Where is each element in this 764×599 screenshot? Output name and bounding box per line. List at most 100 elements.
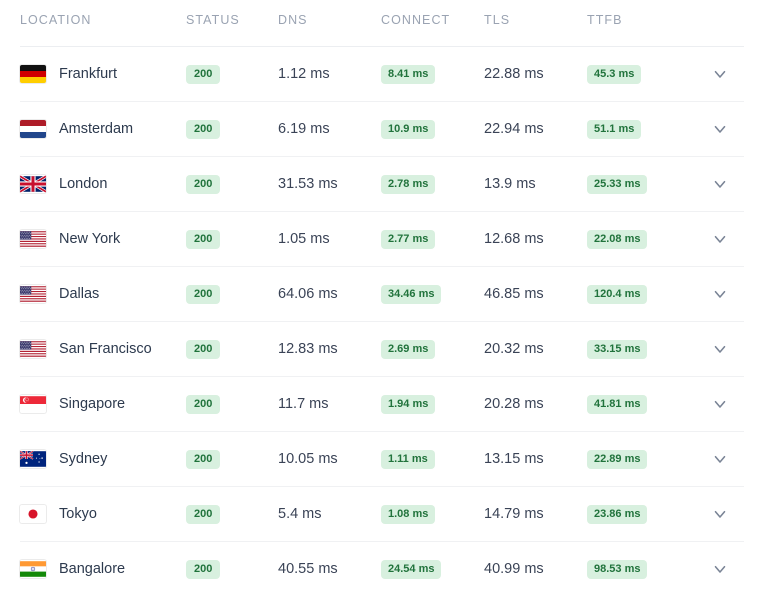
ttfb-cell: 45.3 ms — [587, 64, 695, 84]
location-name: Sydney — [59, 451, 108, 467]
flag-sg-icon — [20, 395, 46, 413]
ttfb-badge: 25.33 ms — [587, 175, 648, 194]
chevron-down-icon[interactable] — [711, 505, 729, 523]
flag-in-icon — [20, 560, 46, 578]
column-header-tls[interactable]: TLS — [484, 13, 587, 27]
chevron-down-icon[interactable] — [711, 65, 729, 83]
chevron-down-icon[interactable] — [711, 560, 729, 578]
status-badge: 200 — [186, 120, 221, 139]
expand-cell[interactable] — [695, 560, 744, 578]
ttfb-badge: 45.3 ms — [587, 65, 642, 84]
chevron-down-icon[interactable] — [711, 120, 729, 138]
chevron-down-icon[interactable] — [711, 175, 729, 193]
status-cell: 200 — [186, 229, 278, 249]
connect-badge: 1.94 ms — [381, 395, 436, 414]
table-row[interactable]: Bangalore 200 40.55 ms 24.54 ms 40.99 ms… — [0, 542, 764, 596]
flag-us-icon — [20, 230, 46, 248]
expand-cell[interactable] — [695, 450, 744, 468]
dns-cell: 6.19 ms — [278, 120, 381, 138]
status-cell: 200 — [186, 284, 278, 304]
connect-badge: 1.11 ms — [381, 450, 435, 469]
table-row[interactable]: Tokyo 200 5.4 ms 1.08 ms 14.79 ms 23.86 … — [0, 487, 764, 542]
table-row[interactable]: Amsterdam 200 6.19 ms 10.9 ms 22.94 ms 5… — [0, 102, 764, 157]
tls-value: 14.79 ms — [484, 506, 544, 522]
table-row[interactable]: Frankfurt 200 1.12 ms 8.41 ms 22.88 ms 4… — [0, 47, 764, 102]
tls-cell: 12.68 ms — [484, 230, 587, 248]
connect-badge: 8.41 ms — [381, 65, 436, 84]
connect-cell: 10.9 ms — [381, 119, 484, 139]
ttfb-badge: 33.15 ms — [587, 340, 648, 359]
status-cell: 200 — [186, 174, 278, 194]
ttfb-badge: 22.89 ms — [587, 450, 648, 469]
ttfb-badge: 98.53 ms — [587, 560, 648, 579]
status-cell: 200 — [186, 504, 278, 524]
table-row[interactable]: Sydney 200 10.05 ms 1.11 ms 13.15 ms 22.… — [0, 432, 764, 487]
table-body: Frankfurt 200 1.12 ms 8.41 ms 22.88 ms 4… — [0, 47, 764, 596]
dns-value: 5.4 ms — [278, 506, 322, 522]
expand-cell[interactable] — [695, 120, 744, 138]
dns-value: 6.19 ms — [278, 121, 330, 137]
tls-cell: 20.32 ms — [484, 340, 587, 358]
tls-value: 46.85 ms — [484, 286, 544, 302]
location-cell: Tokyo — [20, 505, 186, 523]
tls-cell: 22.94 ms — [484, 120, 587, 138]
tls-value: 13.15 ms — [484, 451, 544, 467]
flag-de-icon — [20, 65, 46, 83]
status-cell: 200 — [186, 339, 278, 359]
connect-badge: 2.78 ms — [381, 175, 436, 194]
status-badge: 200 — [186, 175, 221, 194]
chevron-down-icon[interactable] — [711, 285, 729, 303]
expand-cell[interactable] — [695, 175, 744, 193]
tls-cell: 13.9 ms — [484, 175, 587, 193]
dns-cell: 10.05 ms — [278, 450, 381, 468]
column-header-location[interactable]: LOCATION — [20, 13, 186, 27]
connect-badge: 2.69 ms — [381, 340, 436, 359]
dns-cell: 1.12 ms — [278, 65, 381, 83]
location-name: Frankfurt — [59, 66, 118, 82]
flag-au-icon — [20, 450, 46, 468]
dns-cell: 5.4 ms — [278, 505, 381, 523]
location-name: Dallas — [59, 286, 100, 302]
table-row[interactable]: London 200 31.53 ms 2.78 ms 13.9 ms 25.3… — [0, 157, 764, 212]
chevron-down-icon[interactable] — [711, 340, 729, 358]
expand-cell[interactable] — [695, 230, 744, 248]
column-header-dns[interactable]: DNS — [278, 13, 381, 27]
expand-cell[interactable] — [695, 340, 744, 358]
connect-badge: 2.77 ms — [381, 230, 436, 249]
table-header-row: LOCATION STATUS DNS CONNECT TLS TTFB — [0, 0, 764, 40]
location-cell: Frankfurt — [20, 65, 186, 83]
flag-jp-icon — [20, 505, 46, 523]
table-row[interactable]: San Francisco 200 12.83 ms 2.69 ms 20.32… — [0, 322, 764, 377]
dns-value: 10.05 ms — [278, 451, 338, 467]
expand-cell[interactable] — [695, 285, 744, 303]
expand-cell[interactable] — [695, 505, 744, 523]
table-row[interactable]: New York 200 1.05 ms 2.77 ms 12.68 ms 22… — [0, 212, 764, 267]
column-header-connect[interactable]: CONNECT — [381, 13, 484, 27]
chevron-down-icon[interactable] — [711, 450, 729, 468]
connect-cell: 1.11 ms — [381, 449, 484, 469]
table-row[interactable]: Dallas 200 64.06 ms 34.46 ms 46.85 ms 12… — [0, 267, 764, 322]
dns-value: 1.12 ms — [278, 66, 330, 82]
location-name: Bangalore — [59, 561, 126, 577]
expand-cell[interactable] — [695, 65, 744, 83]
location-cell: Amsterdam — [20, 120, 186, 138]
column-header-status[interactable]: STATUS — [186, 13, 278, 27]
expand-cell[interactable] — [695, 395, 744, 413]
location-name: San Francisco — [59, 341, 152, 357]
location-name: Tokyo — [59, 506, 97, 522]
ttfb-cell: 120.4 ms — [587, 284, 695, 304]
tls-value: 40.99 ms — [484, 561, 544, 577]
chevron-down-icon[interactable] — [711, 395, 729, 413]
table-row[interactable]: Singapore 200 11.7 ms 1.94 ms 20.28 ms 4… — [0, 377, 764, 432]
status-cell: 200 — [186, 119, 278, 139]
location-name: New York — [59, 231, 121, 247]
connect-cell: 24.54 ms — [381, 559, 484, 579]
ttfb-cell: 25.33 ms — [587, 174, 695, 194]
tls-cell: 22.88 ms — [484, 65, 587, 83]
connect-badge: 24.54 ms — [381, 560, 442, 579]
connect-cell: 2.78 ms — [381, 174, 484, 194]
location-cell: Dallas — [20, 285, 186, 303]
chevron-down-icon[interactable] — [711, 230, 729, 248]
tls-cell: 20.28 ms — [484, 395, 587, 413]
column-header-ttfb[interactable]: TTFB — [587, 13, 695, 27]
